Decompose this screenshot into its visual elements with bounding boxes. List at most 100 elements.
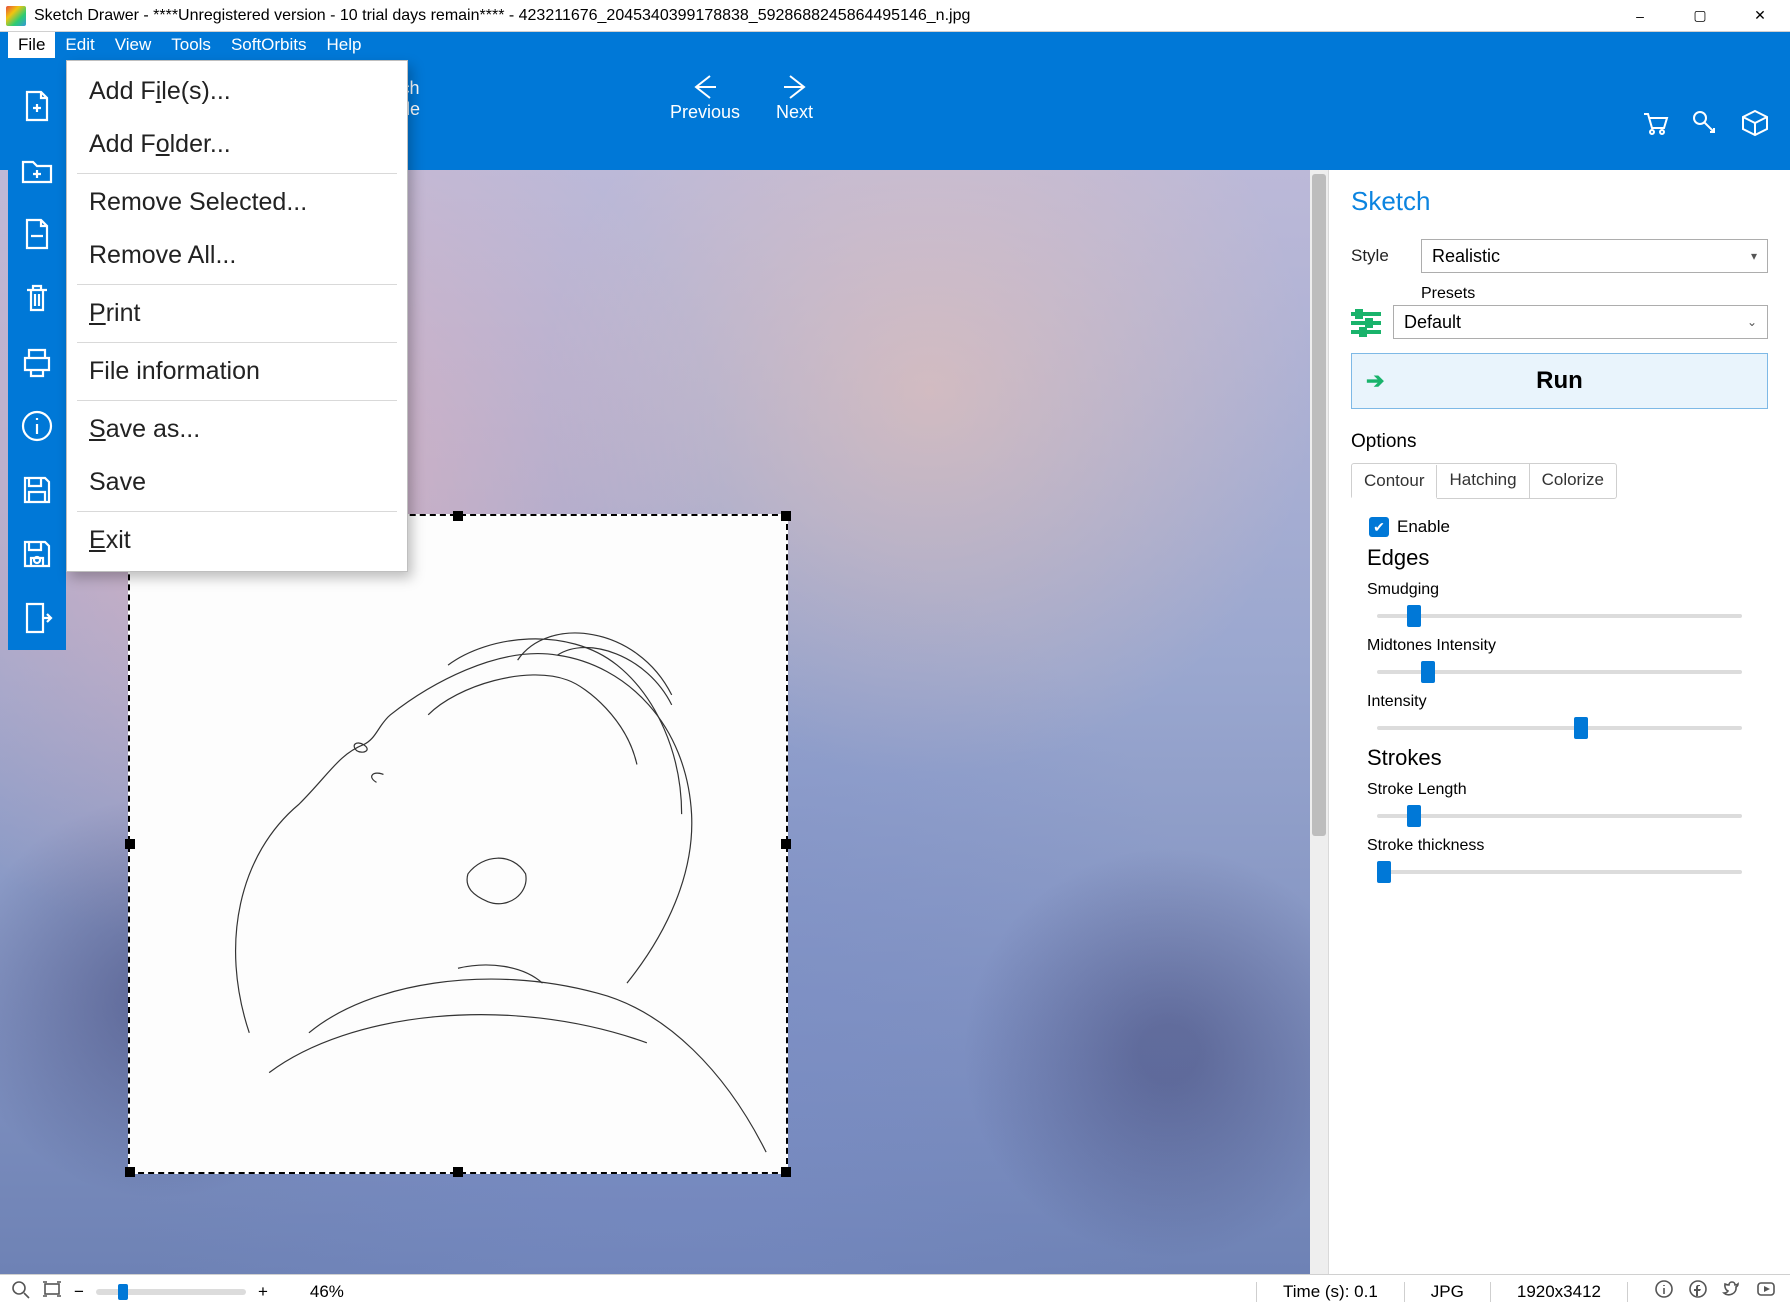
zoom-tool-icon[interactable] xyxy=(10,1279,30,1304)
menu-separator xyxy=(77,511,397,512)
selection-box[interactable] xyxy=(128,514,788,1174)
window-title: Sketch Drawer - ****Unregistered version… xyxy=(34,7,1610,25)
stroke-thickness-label: Stroke thickness xyxy=(1367,837,1768,855)
tab-hatching[interactable]: Hatching xyxy=(1437,464,1529,498)
resize-handle[interactable] xyxy=(781,1167,791,1177)
app-icon xyxy=(6,6,26,26)
sketch-preview xyxy=(130,516,786,1172)
menu-bar: File Edit View Tools SoftOrbits Help xyxy=(0,32,1790,58)
add-folder-icon[interactable] xyxy=(8,138,66,202)
menu-view[interactable]: View xyxy=(105,32,162,58)
menu-remove-all[interactable]: Remove All... xyxy=(67,229,407,282)
remove-file-icon[interactable] xyxy=(8,202,66,266)
close-button[interactable]: ✕ xyxy=(1730,0,1790,32)
enable-checkbox[interactable]: ✔ xyxy=(1369,517,1389,537)
chevron-down-icon: ▾ xyxy=(1751,249,1757,263)
print-icon[interactable] xyxy=(8,330,66,394)
menu-separator xyxy=(77,342,397,343)
midtones-slider[interactable] xyxy=(1377,661,1742,683)
options-tabs: Contour Hatching Colorize xyxy=(1351,463,1617,499)
menu-exit[interactable]: Exit xyxy=(67,514,407,567)
trash-icon[interactable] xyxy=(8,266,66,330)
style-value: Realistic xyxy=(1432,246,1500,267)
status-time: Time (s): 0.1 xyxy=(1283,1282,1378,1302)
resize-handle[interactable] xyxy=(125,839,135,849)
resize-handle[interactable] xyxy=(781,511,791,521)
menu-add-files[interactable]: Add File(s)... xyxy=(67,65,407,118)
intensity-label: Intensity xyxy=(1367,693,1768,711)
menu-separator xyxy=(77,173,397,174)
key-icon[interactable] xyxy=(1690,108,1720,143)
next-button[interactable]: Next xyxy=(776,72,813,123)
options-label: Options xyxy=(1351,431,1768,453)
style-combo[interactable]: Realistic ▾ xyxy=(1421,239,1768,273)
add-file-icon[interactable] xyxy=(8,74,66,138)
resize-handle[interactable] xyxy=(125,1167,135,1177)
resize-handle[interactable] xyxy=(781,839,791,849)
menu-file-information[interactable]: File information xyxy=(67,345,407,398)
cart-icon[interactable] xyxy=(1640,108,1670,143)
enable-label: Enable xyxy=(1397,517,1450,537)
menu-file[interactable]: File xyxy=(8,32,55,58)
previous-button[interactable]: Previous xyxy=(670,72,740,123)
stroke-length-slider[interactable] xyxy=(1377,805,1742,827)
menu-softorbits[interactable]: SoftOrbits xyxy=(221,32,317,58)
zoom-percent: 46% xyxy=(310,1282,344,1302)
smudging-label: Smudging xyxy=(1367,581,1768,599)
zoom-out-button[interactable]: − xyxy=(74,1282,84,1302)
run-button[interactable]: ➔ Run xyxy=(1351,353,1768,409)
presets-label: Presets xyxy=(1421,285,1768,303)
zoom-in-button[interactable]: + xyxy=(258,1282,268,1302)
menu-add-folder[interactable]: Add Folder... xyxy=(67,118,407,171)
style-label: Style xyxy=(1351,246,1421,266)
right-panel: Sketch Style Realistic ▾ Presets Default… xyxy=(1328,170,1790,1274)
tab-contour[interactable]: Contour xyxy=(1352,465,1437,499)
run-label: Run xyxy=(1536,367,1583,395)
resize-handle[interactable] xyxy=(453,511,463,521)
menu-print[interactable]: Print xyxy=(67,287,407,340)
facebook-icon[interactable] xyxy=(1688,1279,1708,1304)
next-label: Next xyxy=(776,102,813,123)
menu-save[interactable]: Save xyxy=(67,456,407,509)
presets-value: Default xyxy=(1404,312,1461,333)
stroke-length-label: Stroke Length xyxy=(1367,781,1768,799)
file-dropdown: Add File(s)... Add Folder... Remove Sele… xyxy=(66,60,408,572)
status-bar: − + 46% Time (s): 0.1 JPG 1920x3412 xyxy=(0,1274,1790,1308)
menu-save-as[interactable]: Save as... xyxy=(67,403,407,456)
info-icon[interactable] xyxy=(8,394,66,458)
info-status-icon[interactable] xyxy=(1654,1279,1674,1304)
youtube-icon[interactable] xyxy=(1756,1279,1776,1304)
menu-remove-selected[interactable]: Remove Selected... xyxy=(67,176,407,229)
twitter-icon[interactable] xyxy=(1722,1279,1742,1304)
menu-help[interactable]: Help xyxy=(317,32,372,58)
sliders-icon[interactable] xyxy=(1351,307,1381,337)
presets-combo[interactable]: Default ⌄ xyxy=(1393,305,1768,339)
package-icon[interactable] xyxy=(1740,108,1770,143)
minimize-button[interactable]: – xyxy=(1610,0,1670,32)
chevron-down-icon: ⌄ xyxy=(1747,315,1757,329)
canvas-scrollbar[interactable] xyxy=(1310,170,1328,1274)
menu-separator xyxy=(77,284,397,285)
menu-tools[interactable]: Tools xyxy=(161,32,221,58)
exit-icon[interactable] xyxy=(8,586,66,650)
menu-edit[interactable]: Edit xyxy=(55,32,104,58)
left-icon-strip xyxy=(8,60,66,650)
intensity-slider[interactable] xyxy=(1377,717,1742,739)
zoom-slider[interactable] xyxy=(96,1289,246,1295)
panel-heading: Sketch xyxy=(1351,186,1768,217)
status-dimensions: 1920x3412 xyxy=(1517,1282,1601,1302)
strokes-heading: Strokes xyxy=(1367,745,1768,771)
maximize-button[interactable]: ▢ xyxy=(1670,0,1730,32)
smudging-slider[interactable] xyxy=(1377,605,1742,627)
save-as-icon[interactable] xyxy=(8,458,66,522)
run-arrow-icon: ➔ xyxy=(1366,368,1384,394)
save-icon[interactable] xyxy=(8,522,66,586)
arrow-left-icon xyxy=(690,72,720,102)
fit-screen-icon[interactable] xyxy=(42,1279,62,1304)
title-bar: Sketch Drawer - ****Unregistered version… xyxy=(0,0,1790,32)
edges-heading: Edges xyxy=(1367,545,1768,571)
stroke-thickness-slider[interactable] xyxy=(1377,861,1742,883)
tab-colorize[interactable]: Colorize xyxy=(1530,464,1616,498)
previous-label: Previous xyxy=(670,102,740,123)
resize-handle[interactable] xyxy=(453,1167,463,1177)
